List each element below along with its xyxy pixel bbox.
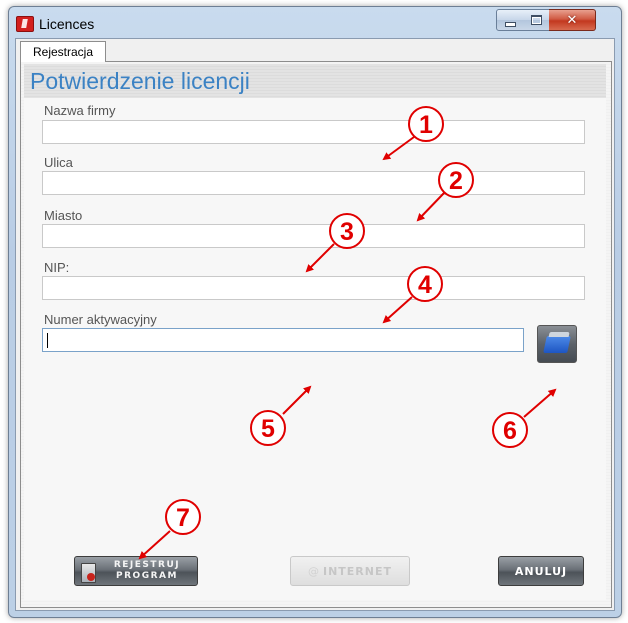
internet-button[interactable]: @ INTERNET (290, 556, 410, 586)
nip-label: NIP: (44, 260, 70, 275)
street-label: Ulica (44, 155, 73, 170)
internet-label: INTERNET (322, 564, 392, 578)
tab-panel: Potwierdzenie licencji Nazwa firmy Ulica… (20, 61, 612, 608)
header-band: Potwierdzenie licencji (24, 64, 606, 98)
register-icon (81, 563, 96, 583)
register-label-line1: REJESTRUJ (113, 560, 181, 570)
text-caret (47, 333, 48, 348)
window-title: Licences (39, 16, 95, 32)
browse-file-button[interactable] (537, 325, 577, 363)
minimize-icon (505, 21, 516, 27)
app-icon (16, 16, 34, 32)
maximize-icon (530, 15, 542, 25)
city-label: Miasto (44, 208, 83, 223)
cancel-button[interactable]: ANULUJ (498, 556, 584, 586)
maximize-button[interactable] (523, 9, 550, 31)
register-label-line2: PROGRAM (116, 571, 178, 581)
license-form: Nazwa firmy Ulica Miasto NIP: Numer akty… (24, 98, 606, 600)
activation-number-label: Numer aktywacyjny (44, 312, 157, 327)
register-program-button[interactable]: REJESTRUJ PROGRAM (74, 556, 198, 586)
licences-window: Licences ✕ Rejestracja Potwierdzenie lic… (8, 6, 622, 618)
page-title: Potwierdzenie licencji (30, 68, 250, 94)
client-area: Rejestracja Potwierdzenie licencji Nazwa… (15, 38, 615, 611)
company-name-field[interactable] (42, 120, 585, 144)
close-button[interactable]: ✕ (549, 9, 596, 31)
at-icon: @ (307, 564, 320, 578)
company-name-label: Nazwa firmy (44, 103, 116, 118)
minimize-button[interactable] (496, 9, 525, 31)
street-field[interactable] (42, 171, 585, 195)
title-bar[interactable]: Licences ✕ (9, 7, 621, 37)
close-icon: ✕ (566, 12, 578, 28)
register-program-label: REJESTRUJ PROGRAM (101, 560, 193, 582)
nip-field[interactable] (42, 276, 585, 300)
activation-number-field[interactable] (42, 328, 524, 352)
tab-rejestracja[interactable]: Rejestracja (20, 41, 107, 62)
folder-icon (543, 335, 571, 353)
city-field[interactable] (42, 224, 585, 248)
